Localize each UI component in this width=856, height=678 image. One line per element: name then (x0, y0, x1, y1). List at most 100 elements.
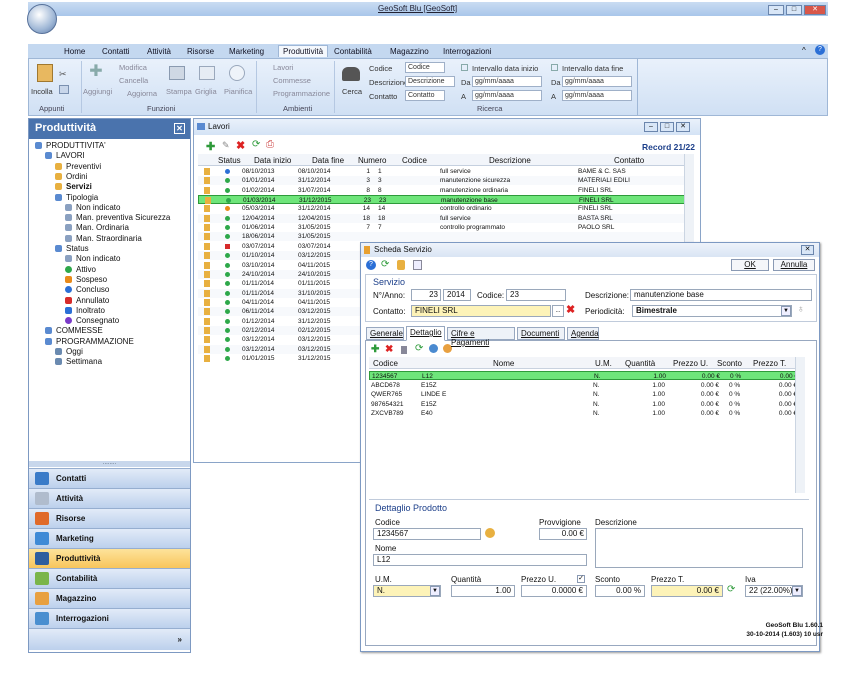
report-lavoro-icon[interactable]: ⎙ (266, 139, 274, 150)
nav-attivit[interactable]: Attività (29, 488, 190, 508)
tree-node[interactable]: Consegnato (65, 316, 119, 325)
edit-button[interactable]: Modifica (119, 63, 147, 72)
refresh-button[interactable]: Aggiorna (127, 89, 157, 98)
tab-dettaglio[interactable]: Dettaglio (406, 326, 445, 341)
maximize-button[interactable]: □ (786, 5, 802, 15)
lavori-link[interactable]: Lavori (273, 63, 293, 72)
nav-marketing[interactable]: Marketing (29, 528, 190, 548)
tree-node[interactable]: Tipologia (55, 193, 98, 202)
codice-search-input[interactable]: Codice (405, 62, 445, 73)
app-menu-orb-icon[interactable] (27, 4, 57, 34)
tree-node[interactable]: Non indicato (65, 254, 120, 263)
attach-icon[interactable] (413, 260, 422, 270)
tree-node[interactable]: PROGRAMMAZIONE (45, 337, 134, 346)
refresh-items-icon[interactable]: ⟳ (415, 343, 423, 354)
col-um[interactable]: U.M. (595, 359, 612, 368)
prezzo-checkbox[interactable]: ✓ (577, 575, 585, 583)
dp-prezzo-field[interactable]: 0.0000 € (521, 585, 587, 597)
schedule-button[interactable]: Pianifica (224, 87, 252, 96)
delete-item-icon[interactable]: ✖ (385, 344, 393, 355)
tree-node[interactable]: Man. Ordinaria (65, 223, 129, 232)
col-prezzo-t[interactable]: Prezzo T. (753, 359, 786, 368)
refresh-icon[interactable]: ⟳ (381, 259, 389, 270)
table-row[interactable]: QWER765 LINDE E N. 1.00 0.00 € 0 % 0.00 € (369, 390, 801, 399)
contatto-lookup-button[interactable]: ... (552, 305, 564, 317)
grid-button[interactable]: Griglia (195, 87, 217, 96)
lavori-close-button[interactable]: ✕ (676, 122, 690, 132)
tree-node[interactable]: Non indicato (65, 203, 120, 212)
tree-node[interactable]: LAVORI (45, 151, 85, 160)
nav-contabilit[interactable]: Contabilità (29, 568, 190, 588)
tree-node[interactable]: Ordini (55, 172, 87, 181)
programmazione-link[interactable]: Programmazione (273, 89, 330, 98)
intervallo-inizio-checkbox[interactable] (461, 64, 468, 71)
table-row[interactable]: 1234567 L12 N. 1.00 0.00 €0 % 0.00 € (369, 371, 801, 380)
table-row[interactable]: 01/03/2014 31/12/2015 23 23 manutenzione bas… (198, 195, 694, 205)
help-icon[interactable]: ? (815, 45, 825, 55)
lavori-minimize-button[interactable]: – (644, 122, 658, 132)
nav-risorse[interactable]: Risorse (29, 508, 190, 528)
tree-node[interactable]: Annullato (65, 296, 109, 305)
recalc-icon[interactable]: ⟳ (727, 584, 735, 595)
dp-codice-field[interactable]: 1234567 (373, 528, 481, 540)
edit-lavoro-icon[interactable]: ✎ (222, 140, 230, 151)
more-buttons-chevron[interactable]: » (29, 628, 190, 650)
paste-button[interactable]: Incolla (31, 87, 53, 96)
nav-produttivit[interactable]: Produttività (29, 548, 190, 568)
ribbon-tab-risorse[interactable]: Risorse (187, 47, 214, 56)
refresh-lavoro-icon[interactable]: ⟳ (252, 139, 260, 150)
nav-magazzino[interactable]: Magazzino (29, 588, 190, 608)
table-row[interactable]: 08/10/2013 08/10/2014 1 1 full service BAME &… (198, 167, 694, 176)
codice-field[interactable]: 23 (506, 289, 566, 301)
periodicita-select[interactable]: Bimestrale (632, 305, 792, 317)
nav-interrogazioni[interactable]: Interrogazioni (29, 608, 190, 628)
da-fine-input[interactable]: gg/mm/aaaa (562, 76, 632, 87)
trash-icon[interactable] (401, 346, 407, 354)
a-fine-input[interactable]: gg/mm/aaaa (562, 90, 632, 101)
splitter-handle[interactable]: ........ (29, 460, 190, 467)
tree-node[interactable]: Oggi (55, 347, 83, 356)
copy-icon[interactable] (59, 85, 69, 94)
col-data-inizio[interactable]: Data inizio (254, 156, 291, 165)
col-prezzo-u[interactable]: Prezzo U. (673, 359, 708, 368)
col-sconto[interactable]: Sconto (717, 359, 742, 368)
tree-node[interactable]: Settimana (55, 357, 102, 366)
chevron-down-icon[interactable]: ▼ (781, 306, 791, 316)
commesse-link[interactable]: Commesse (273, 76, 311, 85)
clear-contatto-icon[interactable]: ✖ (566, 303, 575, 316)
chevron-down-icon[interactable]: ▼ (430, 586, 440, 596)
table-row[interactable]: 18/06/2014 31/05/2015 (198, 232, 694, 242)
ok-button[interactable]: OK (731, 259, 769, 271)
col-descrizione[interactable]: Descrizione (489, 156, 531, 165)
delete-button[interactable]: Cancella (119, 76, 148, 85)
help-icon[interactable]: ? (366, 260, 376, 270)
minimize-ribbon-icon[interactable]: ^ (802, 46, 806, 55)
nav-contatti[interactable]: Contatti (29, 468, 190, 488)
close-panel-icon[interactable]: ✕ (174, 123, 185, 134)
contatto-search-input[interactable]: Contatto (405, 90, 445, 101)
ribbon-tab-attivit[interactable]: Attività (147, 47, 171, 56)
add-item-icon[interactable]: ✚ (371, 344, 379, 355)
col-numero[interactable]: Numero (358, 156, 386, 165)
tab-documenti[interactable]: Documenti (517, 327, 565, 340)
tab-generale[interactable]: Generale (366, 327, 404, 340)
table-row[interactable]: ABCD678 E15Z N. 1.00 0.00 € 0 % 0.00 € (369, 381, 801, 390)
contatto-field[interactable]: FINELI SRL (411, 305, 551, 317)
numero-field[interactable]: 23 (411, 289, 441, 301)
product-search-icon[interactable] (485, 528, 495, 538)
tree-node[interactable]: Attivo (65, 265, 96, 274)
ribbon-tab-magazzino[interactable]: Magazzino (390, 47, 429, 56)
tree-node[interactable]: PRODUTTIVITA' (35, 141, 106, 150)
ribbon-tab-contabilit[interactable]: Contabilità (334, 47, 372, 56)
search-button[interactable]: Cerca (342, 87, 362, 96)
dp-provvigione-field[interactable]: 0.00 € (539, 528, 587, 540)
tree-node[interactable]: Man. preventiva Sicurezza (65, 213, 170, 222)
tab-cifreepagamenti[interactable]: Cifre e Pagamenti (447, 327, 515, 347)
ribbon-tab-interrogazioni[interactable]: Interrogazioni (443, 47, 491, 56)
chevron-down-icon[interactable]: ▼ (792, 586, 802, 596)
intervallo-fine-checkbox[interactable] (551, 64, 558, 71)
table-row[interactable]: 05/03/2014 31/12/2014 14 14 controllo ordina… (198, 204, 694, 213)
dp-descrizione-textarea[interactable] (595, 528, 803, 568)
scheda-close-button[interactable]: ✕ (801, 245, 814, 255)
table-row[interactable]: 987654321 E15Z N. 1.00 0.00 € 0 % 0.00 € (369, 400, 801, 409)
